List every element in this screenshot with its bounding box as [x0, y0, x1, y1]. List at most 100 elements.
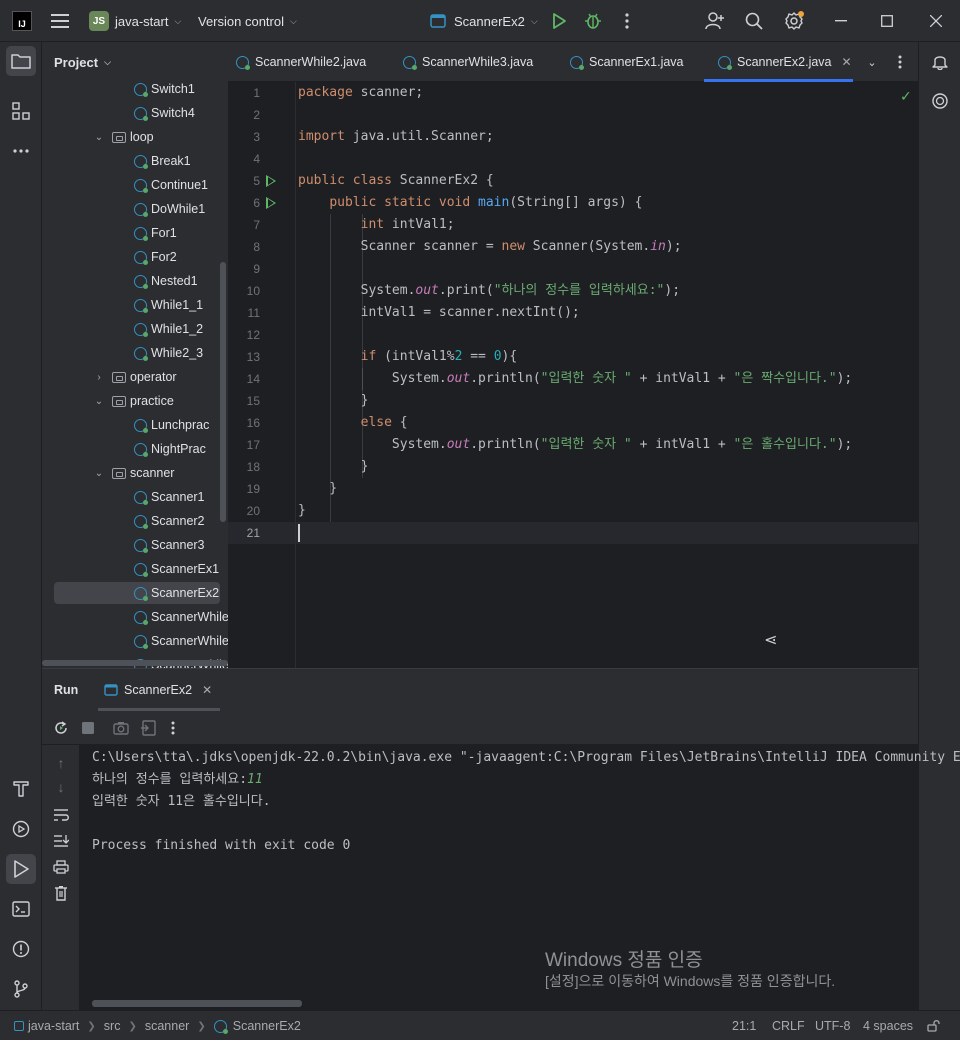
project-panel-header[interactable]: Project ⌵ — [42, 42, 228, 82]
tab-scannerwhile3[interactable]: ScannerWhile3.java — [403, 42, 533, 82]
project-name: java-start — [115, 13, 169, 29]
tree-item[interactable]: Break1 — [134, 150, 191, 172]
tree-folder[interactable]: ⌄ loop — [94, 126, 154, 148]
settings-gear-icon[interactable] — [782, 9, 806, 33]
scroll-down-arrow-icon[interactable]: ↓ — [51, 777, 71, 797]
tree-item[interactable]: DoWhile1 — [134, 198, 205, 220]
tree-item[interactable]: For2 — [134, 246, 177, 268]
run-tab-scannerex2[interactable]: ScannerEx2 ✕ — [97, 669, 221, 711]
run-class-gutter-icon[interactable] — [266, 175, 276, 187]
tree-item[interactable]: Switch1 — [134, 78, 195, 100]
console-horizontal-scrollbar[interactable] — [92, 1000, 302, 1007]
tree-folder[interactable]: ⌄ practice — [94, 390, 174, 412]
read-only-lock-icon[interactable] — [927, 1011, 941, 1040]
tab-scannerex2[interactable]: ScannerEx2.java ✕ — [704, 42, 853, 82]
tree-item[interactable]: ScannerEx1 — [134, 558, 219, 580]
restore-layout-icon[interactable] — [138, 718, 158, 738]
breadcrumb-item[interactable]: src — [104, 1019, 121, 1033]
tree-item[interactable]: While1_1 — [134, 294, 203, 316]
java-class-icon — [134, 586, 148, 601]
tree-vertical-scrollbar[interactable] — [220, 262, 226, 522]
cursor-position[interactable]: 21:1 — [732, 1011, 756, 1040]
debug-icon[interactable] — [581, 9, 605, 33]
more-tools-icon[interactable] — [6, 136, 36, 166]
java-class-icon — [213, 1019, 228, 1034]
tree-item[interactable]: Scanner1 — [134, 486, 205, 508]
tab-scannerwhile2[interactable]: ScannerWhile2.java — [236, 42, 366, 82]
tab-label: ScannerEx2.java — [737, 55, 832, 69]
tree-item[interactable]: Scanner2 — [134, 510, 205, 532]
tree-item[interactable]: Continue1 — [134, 174, 208, 196]
file-encoding[interactable]: UTF-8 — [815, 1011, 850, 1040]
no-problems-check-icon[interactable]: ✓ — [900, 88, 912, 105]
tab-options-more-icon[interactable] — [888, 50, 912, 74]
run-icon[interactable] — [547, 9, 571, 33]
camera-snapshot-icon[interactable] — [111, 718, 131, 738]
project-selector[interactable]: JS java-start ⌵ — [89, 0, 181, 42]
breadcrumb-item[interactable]: ScannerEx2 — [233, 1019, 301, 1033]
search-icon[interactable] — [742, 9, 766, 33]
close-tab-icon[interactable]: ✕ — [842, 55, 852, 69]
java-class-icon — [134, 226, 148, 241]
scroll-to-end-icon[interactable] — [51, 831, 71, 851]
tree-item[interactable]: ScannerWhile1 — [134, 606, 228, 628]
structure-icon[interactable] — [6, 96, 36, 126]
tree-item-label: NightPrac — [151, 442, 206, 456]
close-window-icon[interactable] — [924, 9, 948, 33]
chevron-down-icon[interactable]: ⌄ — [94, 468, 104, 479]
chevron-down-icon[interactable]: ⌄ — [860, 50, 884, 74]
terminal-icon[interactable] — [6, 894, 36, 924]
build-hammer-icon[interactable] — [6, 774, 36, 804]
minimize-icon[interactable] — [829, 9, 853, 33]
tree-item[interactable]: While1_2 — [134, 318, 203, 340]
services-icon[interactable] — [6, 814, 36, 844]
java-class-icon — [134, 250, 148, 265]
tree-horizontal-scrollbar[interactable] — [42, 660, 228, 666]
tree-item[interactable]: NightPrac — [134, 438, 206, 460]
more-actions-icon[interactable] — [615, 9, 639, 33]
vcs-selector[interactable]: Version control ⌵ — [198, 0, 297, 42]
git-branch-icon[interactable] — [6, 974, 36, 1004]
main-menu-icon[interactable] — [48, 9, 72, 33]
tree-item[interactable]: Scanner3 — [134, 534, 205, 556]
problems-icon[interactable] — [6, 934, 36, 964]
scroll-up-arrow-icon[interactable]: ↑ — [51, 753, 71, 773]
tree-item[interactable]: While2_3 — [134, 342, 203, 364]
tree-item[interactable]: ScannerWhile2 — [134, 630, 228, 652]
tree-item[interactable]: Nested1 — [134, 270, 198, 292]
ai-assistant-icon[interactable] — [925, 86, 955, 116]
tree-folder[interactable]: ⌄ scanner — [94, 462, 175, 484]
tree-item[interactable]: Lunchprac — [134, 414, 209, 436]
breadcrumb: java-start ❯ src ❯ scanner ❯ ScannerEx2 — [14, 1011, 301, 1040]
breadcrumb-item[interactable]: java-start — [28, 1019, 79, 1033]
indent-setting[interactable]: 4 spaces — [863, 1011, 913, 1040]
chevron-right-icon[interactable]: › — [94, 372, 104, 383]
close-run-tab-icon[interactable]: ✕ — [202, 683, 212, 697]
run-config-icon — [104, 684, 118, 696]
run-tool-icon[interactable] — [6, 854, 36, 884]
run-config-selector[interactable]: ScannerEx2 ⌵ — [430, 0, 538, 42]
add-user-icon[interactable] — [703, 9, 727, 33]
tree-item[interactable]: For1 — [134, 222, 177, 244]
code-line: System.out.print("하나의 정수를 입력하세요:"); — [298, 283, 681, 298]
tab-scannerex1[interactable]: ScannerEx1.java — [570, 42, 684, 82]
soft-wrap-icon[interactable] — [51, 805, 71, 825]
breadcrumb-item[interactable]: scanner — [145, 1019, 189, 1033]
line-separator[interactable]: CRLF — [772, 1011, 805, 1040]
app-logo[interactable]: IJ — [12, 0, 32, 42]
run-main-gutter-icon[interactable] — [266, 197, 276, 209]
print-icon[interactable] — [51, 857, 71, 877]
notifications-bell-icon[interactable] — [925, 46, 955, 76]
code-editor[interactable]: 1 2 3 4 5 6 7 8 9 10 11 12 13 14 15 16 1… — [228, 82, 918, 668]
stop-icon[interactable] — [78, 718, 98, 738]
run-more-options-icon[interactable] — [163, 718, 183, 738]
project-tool-folder-icon[interactable] — [6, 46, 36, 76]
chevron-down-icon[interactable]: ⌄ — [94, 396, 104, 407]
tree-folder[interactable]: › operator — [94, 366, 176, 388]
tree-item[interactable]: Switch4 — [134, 102, 195, 124]
rerun-icon[interactable] — [51, 718, 71, 738]
clear-trash-icon[interactable] — [51, 883, 71, 903]
maximize-icon[interactable] — [875, 9, 899, 33]
chevron-down-icon[interactable]: ⌄ — [94, 132, 104, 143]
tree-item-selected[interactable]: ScannerEx2 — [54, 582, 220, 604]
